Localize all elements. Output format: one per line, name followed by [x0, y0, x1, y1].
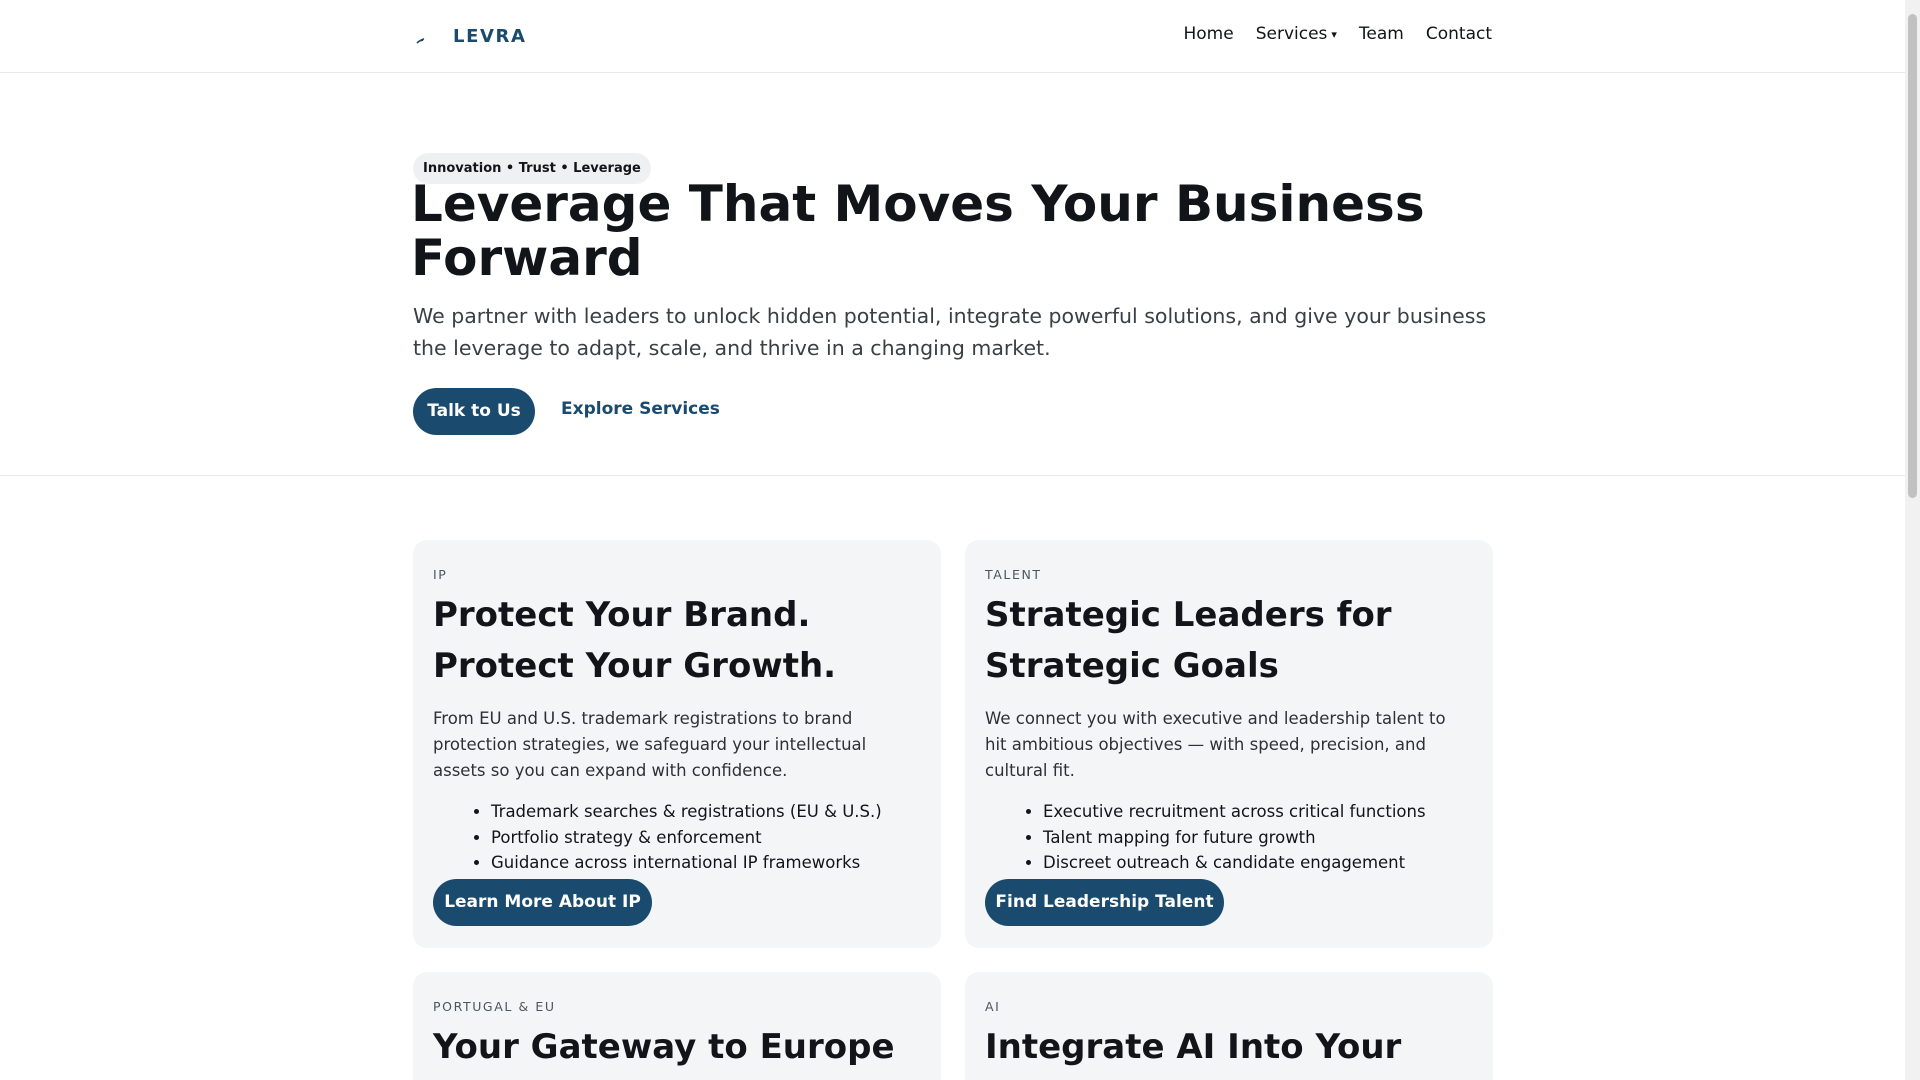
- service-card-talent: TALENT Strategic Leaders for Strategic G…: [965, 540, 1493, 948]
- card-bullet-list: Trademark searches & registrations (EU &…: [433, 799, 882, 876]
- hero-section: Innovation • Trust • Leverage Leverage T…: [0, 73, 1905, 476]
- card-bullet-list: Executive recruitment across critical fu…: [985, 799, 1426, 876]
- card-title: Your Gateway to Europe: [433, 1027, 895, 1067]
- explore-services-link[interactable]: Explore Services: [561, 399, 720, 419]
- hero-title: Leverage That Moves Your Business Forwar…: [411, 175, 1425, 287]
- nav-team[interactable]: Team: [1359, 24, 1404, 44]
- learn-more-ip-button[interactable]: Learn More About IP: [433, 879, 652, 926]
- card-tag: AI: [985, 999, 1001, 1014]
- scrollbar-thumb[interactable]: [1908, 14, 1917, 498]
- vertical-scrollbar[interactable]: [1905, 0, 1920, 1080]
- nav-services[interactable]: Services ▾: [1256, 24, 1337, 44]
- card-tag: TALENT: [985, 567, 1042, 582]
- hero-subtitle: We partner with leaders to unlock hidden…: [413, 304, 1487, 360]
- talk-to-us-button[interactable]: Talk to Us: [413, 388, 535, 435]
- main-nav: Home Services ▾ Team Contact: [1184, 24, 1493, 44]
- card-title: Protect Your Brand. Protect Your Growth.: [433, 595, 837, 686]
- chevron-down-icon: ▾: [1331, 28, 1337, 41]
- card-tag: PORTUGAL & EU: [433, 999, 556, 1014]
- list-item: Discreet outreach & candidate engagement: [1043, 850, 1426, 876]
- card-description: From EU and U.S. trademark registrations…: [433, 709, 867, 780]
- brand-name: LEVRA: [453, 25, 527, 47]
- nav-home[interactable]: Home: [1184, 24, 1234, 44]
- list-item: Guidance across international IP framewo…: [491, 850, 882, 876]
- service-card-ai: AI Integrate AI Into Your Core: [965, 972, 1493, 1080]
- list-item: Portfolio strategy & enforcement: [491, 825, 882, 851]
- nav-contact[interactable]: Contact: [1426, 24, 1492, 44]
- find-leadership-talent-button[interactable]: Find Leadership Talent: [985, 879, 1224, 926]
- list-item: Talent mapping for future growth: [1043, 825, 1426, 851]
- page: LEVRA Home Services ▾ Team Contact Innova…: [0, 0, 1905, 1080]
- card-title: Integrate AI Into Your Core: [985, 1027, 1402, 1080]
- brand[interactable]: LEVRA: [413, 22, 527, 50]
- card-description: We connect you with executive and leader…: [985, 709, 1446, 780]
- service-card-portugal-eu: PORTUGAL & EU Your Gateway to Europe: [413, 972, 941, 1080]
- card-title: Strategic Leaders for Strategic Goals: [985, 595, 1392, 686]
- site-header: LEVRA Home Services ▾ Team Contact: [0, 0, 1905, 73]
- list-item: Trademark searches & registrations (EU &…: [491, 799, 882, 825]
- service-card-ip: IP Protect Your Brand. Protect Your Grow…: [413, 540, 941, 948]
- list-item: Executive recruitment across critical fu…: [1043, 799, 1426, 825]
- card-tag: IP: [433, 567, 448, 582]
- nav-services-label: Services: [1255, 24, 1328, 44]
- logo-icon: [413, 22, 441, 50]
